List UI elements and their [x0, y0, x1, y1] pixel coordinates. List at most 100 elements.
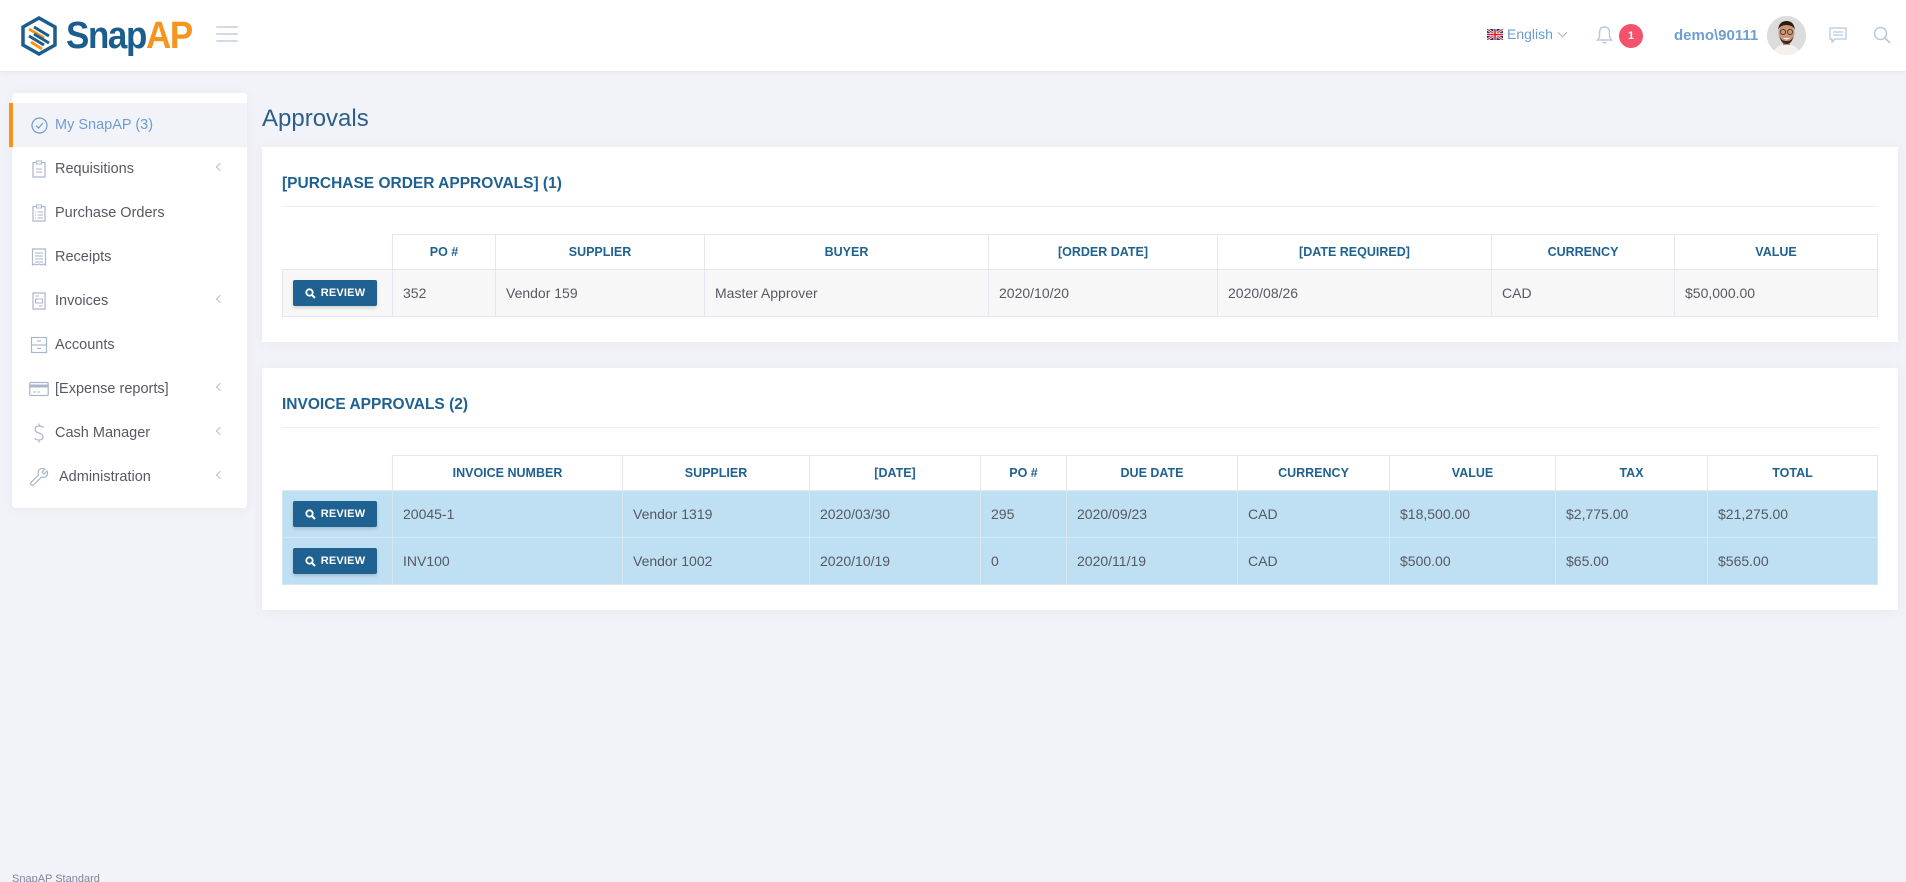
logo-icon	[21, 16, 57, 56]
invoice-approvals-header: INVOICE APPROVALS (2)	[282, 368, 1878, 428]
search-icon	[305, 287, 316, 299]
brand-name-part1: Snap	[66, 15, 147, 57]
brand-logo[interactable]: SnapAP	[20, 16, 203, 56]
buyer-cell: Master Approver	[704, 269, 989, 317]
invoice-approvals-title: INVOICE APPROVALS (2)	[282, 395, 469, 413]
date-cell: 2020/03/30	[809, 490, 981, 538]
table-row: REVIEW INV100 Vendor 1002 2020/10/19 0 2…	[282, 537, 1878, 585]
total-cell: $21,275.00	[1707, 490, 1878, 538]
po-approvals-title: [PURCHASE ORDER APPROVALS] (1)	[282, 174, 562, 192]
chevron-left-icon	[215, 162, 225, 172]
sidebar-item-requisitions[interactable]: Requisitions	[12, 147, 247, 191]
table-header-row: PO # SUPPLIER BUYER [ORDER DATE] [DATE R…	[282, 234, 1878, 270]
column-header[interactable]: VALUE	[1389, 455, 1556, 491]
chevron-left-icon	[215, 382, 225, 392]
uk-flag-icon	[1487, 28, 1503, 40]
column-header[interactable]: TAX	[1555, 455, 1708, 491]
chat-icon[interactable]	[1829, 27, 1847, 44]
po-number-cell: 295	[980, 490, 1067, 538]
sidebar-item-purchase-orders[interactable]: Purchase Orders	[12, 191, 247, 235]
currency-cell: CAD	[1237, 537, 1390, 585]
top-header: SnapAP English 1 demo\90111	[0, 0, 1906, 72]
po-number-cell: 0	[980, 537, 1067, 585]
review-button[interactable]: REVIEW	[293, 548, 377, 574]
language-label: English	[1507, 26, 1553, 42]
sidebar-item-expense-reports[interactable]: [Expense reports]	[12, 367, 247, 411]
sidebar-item-label: Cash Manager	[55, 425, 151, 441]
user-name[interactable]: demo\90111	[1674, 27, 1758, 44]
column-header[interactable]: DUE DATE	[1066, 455, 1238, 491]
date-required-cell: 2020/08/26	[1217, 269, 1492, 317]
column-header[interactable]: INVOICE NUMBER	[392, 455, 623, 491]
tax-cell: $2,775.00	[1555, 490, 1708, 538]
hamburger-icon[interactable]	[216, 26, 238, 44]
review-button-label: REVIEW	[320, 508, 366, 520]
chevron-left-icon	[215, 470, 225, 480]
supplier-cell: Vendor 159	[495, 269, 705, 317]
table-row: REVIEW 352 Vendor 159 Master Approver 20…	[282, 269, 1878, 317]
action-cell: REVIEW	[282, 490, 393, 538]
sidebar-item-label: Accounts	[55, 337, 115, 353]
sidebar-item-label: [Expense reports]	[55, 381, 169, 397]
column-header[interactable]: VALUE	[1674, 234, 1878, 270]
column-header[interactable]: [DATE]	[809, 455, 981, 491]
column-header[interactable]: CURRENCY	[1491, 234, 1675, 270]
sidebar-item-label: Receipts	[55, 249, 112, 265]
bell-icon[interactable]	[1596, 25, 1613, 45]
notification-badge[interactable]: 1	[1619, 24, 1643, 48]
po-number-cell: 352	[392, 269, 496, 317]
invoice-approvals-table: INVOICE NUMBER SUPPLIER [DATE] PO # DUE …	[282, 455, 1878, 585]
invoice-approvals-panel: INVOICE APPROVALS (2) INVOICE NUMBER SUP…	[262, 368, 1898, 610]
sidebar-item-receipts[interactable]: Receipts	[12, 235, 247, 279]
supplier-cell: Vendor 1002	[622, 537, 810, 585]
search-icon[interactable]	[1873, 26, 1891, 44]
clipboard-list-icon	[29, 203, 49, 223]
sidebar-item-label: Purchase Orders	[55, 205, 165, 221]
column-header[interactable]: PO #	[980, 455, 1067, 491]
column-header[interactable]: TOTAL	[1707, 455, 1878, 491]
sidebar-item-invoices[interactable]: Invoices	[12, 279, 247, 323]
review-button[interactable]: REVIEW	[293, 280, 377, 306]
page-title: Approvals	[262, 105, 369, 132]
sidebar-item-label: My SnapAP (3)	[55, 117, 154, 133]
total-cell: $565.00	[1707, 537, 1878, 585]
dollar-icon	[29, 423, 49, 443]
currency-cell: CAD	[1491, 269, 1675, 317]
check-circle-icon	[29, 115, 49, 135]
table-row: REVIEW 20045-1 Vendor 1319 2020/03/30 29…	[282, 490, 1878, 538]
invoice-number-cell: 20045-1	[392, 490, 623, 538]
wrench-icon	[29, 467, 49, 487]
supplier-cell: Vendor 1319	[622, 490, 810, 538]
sidebar-item-accounts[interactable]: Accounts	[12, 323, 247, 367]
action-cell: REVIEW	[282, 537, 393, 585]
chevron-down-icon	[1557, 27, 1568, 37]
chevron-left-icon	[215, 426, 225, 436]
po-approvals-header: [PURCHASE ORDER APPROVALS] (1)	[282, 147, 1878, 207]
avatar[interactable]	[1767, 16, 1806, 55]
receipt-icon	[29, 247, 49, 267]
po-approvals-panel: [PURCHASE ORDER APPROVALS] (1) PO # SUPP…	[262, 147, 1898, 342]
column-header[interactable]: BUYER	[704, 234, 989, 270]
column-header[interactable]: [DATE REQUIRED]	[1217, 234, 1492, 270]
action-column-header	[282, 234, 393, 270]
user-photo-icon	[1767, 16, 1806, 55]
value-cell: $500.00	[1389, 537, 1556, 585]
language-selector[interactable]: English	[1487, 26, 1568, 42]
order-date-cell: 2020/10/20	[988, 269, 1218, 317]
sidebar-item-label: Invoices	[55, 293, 109, 309]
column-header[interactable]: SUPPLIER	[495, 234, 705, 270]
brand-name-part2: AP	[145, 15, 193, 57]
column-header[interactable]: SUPPLIER	[622, 455, 810, 491]
action-cell: REVIEW	[282, 269, 393, 317]
due-date-cell: 2020/09/23	[1066, 490, 1238, 538]
sidebar-item-cash-manager[interactable]: Cash Manager	[12, 411, 247, 455]
column-header[interactable]: PO #	[392, 234, 496, 270]
sidebar-item-administration[interactable]: Administration	[12, 455, 247, 499]
review-button-label: REVIEW	[320, 287, 366, 299]
tax-cell: $65.00	[1555, 537, 1708, 585]
review-button[interactable]: REVIEW	[293, 501, 377, 527]
column-header[interactable]: CURRENCY	[1237, 455, 1390, 491]
column-header[interactable]: [ORDER DATE]	[988, 234, 1218, 270]
sidebar-item-my-snapap[interactable]: My SnapAP (3)	[9, 103, 247, 147]
table-header-row: INVOICE NUMBER SUPPLIER [DATE] PO # DUE …	[282, 455, 1878, 491]
